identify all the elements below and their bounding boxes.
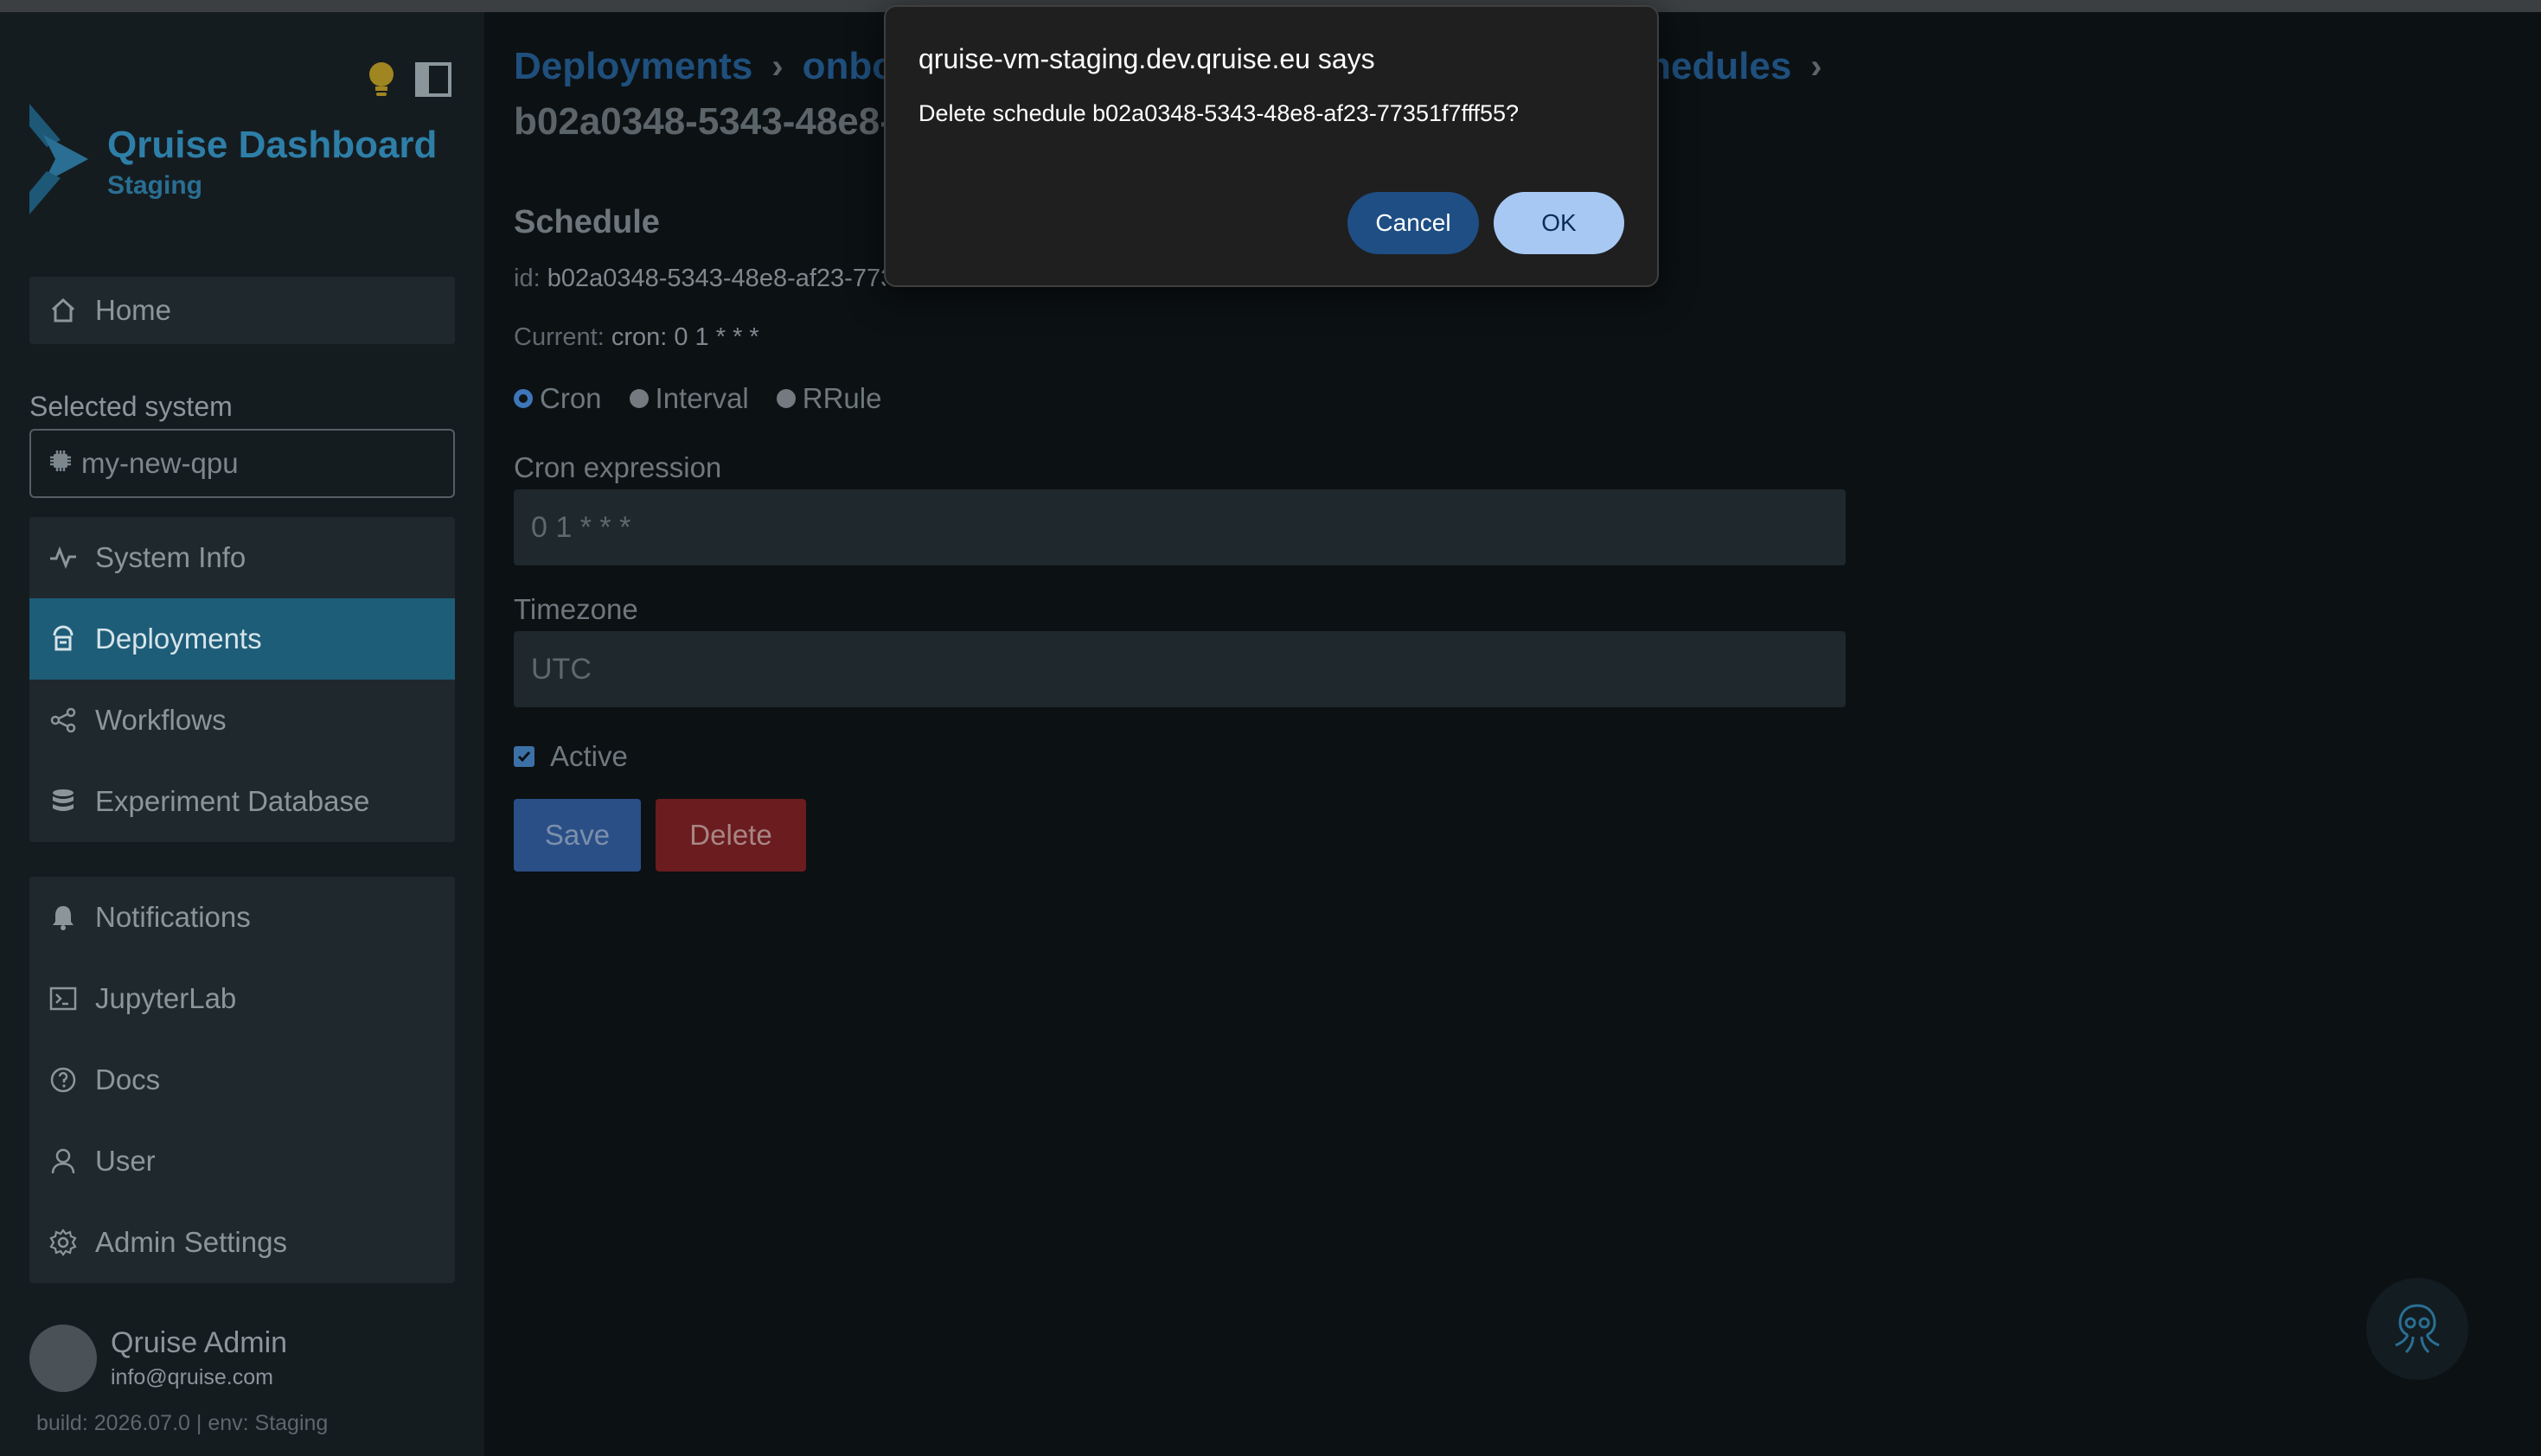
delete-button[interactable]: Delete (656, 799, 806, 872)
current-schedule-value: cron: 0 1 * * * (611, 323, 759, 351)
workflow-icon (47, 704, 80, 737)
breadcrumb-deployment[interactable]: onbo (803, 45, 896, 88)
lightbulb-icon[interactable] (367, 61, 396, 103)
app-title: Qruise Dashboard (107, 124, 438, 166)
chip-icon (48, 447, 73, 480)
sidebar: Qruise Dashboard Staging Home Selected s… (0, 12, 484, 1456)
sidebar-item-label: Workflows (95, 704, 227, 736)
page-title: b02a0348-5343-48e8-af23-77351f7fff55 (514, 100, 946, 143)
help-circle-icon (47, 1063, 80, 1096)
selected-system-label: Selected system (29, 391, 233, 422)
sidebar-item-label: JupyterLab (95, 982, 237, 1014)
schedule-id: id: b02a0348-5343-48e8-af23-77351f7fff55 (514, 265, 886, 293)
sidebar-item-notifications[interactable]: Notifications (29, 877, 455, 958)
qruise-logo-icon (29, 104, 88, 214)
cancel-button[interactable]: Cancel (1347, 192, 1479, 254)
active-label: Active (550, 740, 628, 772)
system-selector[interactable]: my-new-qpu (29, 429, 455, 498)
sidebar-item-experiment-database[interactable]: Experiment Database (29, 761, 455, 842)
home-nav-box: Home (29, 277, 455, 344)
current-schedule: Current: cron: 0 1 * * * (514, 323, 759, 351)
app-env-label: Staging (107, 171, 202, 200)
dialog-message: Delete schedule b02a0348-5343-48e8-af23-… (918, 100, 1520, 126)
home-icon (47, 294, 80, 327)
sidebar-item-deployments[interactable]: Deployments (29, 598, 455, 680)
sidebar-item-label: Deployments (95, 623, 262, 655)
sidebar-item-jupyterlab[interactable]: JupyterLab (29, 958, 455, 1039)
radio-cron[interactable]: Cron (514, 382, 602, 415)
bell-icon (47, 901, 80, 934)
radio-dot (776, 389, 796, 408)
breadcrumb-schedules[interactable]: hedules (1648, 45, 1791, 88)
sidebar-item-label: Home (95, 294, 172, 326)
save-button[interactable]: Save (514, 799, 641, 872)
timezone-input[interactable]: UTC (514, 631, 1846, 707)
sidebar-item-admin-settings[interactable]: Admin Settings (29, 1202, 455, 1283)
dialog-title: qruise-vm-staging.dev.qruise.eu says (918, 43, 1375, 74)
breadcrumb-deployments[interactable]: Deployments (514, 45, 752, 88)
confirm-delete-dialog: qruise-vm-staging.dev.qruise.eu says Del… (884, 5, 1659, 287)
activity-icon (47, 541, 80, 574)
sidebar-item-label: Notifications (95, 901, 251, 933)
sidebar-item-workflows[interactable]: Workflows (29, 680, 455, 761)
section-title: Schedule (514, 204, 660, 240)
terminal-icon (47, 982, 80, 1015)
gear-icon (47, 1226, 80, 1259)
cron-expression-input[interactable]: 0 1 * * * (514, 489, 1846, 565)
radio-rrule[interactable]: RRule (776, 382, 881, 415)
assistant-bot-button[interactable] (2366, 1278, 2468, 1380)
cron-expression-label: Cron expression (514, 451, 722, 483)
active-checkbox[interactable]: Active (514, 740, 628, 773)
chevron-right-icon: › (771, 47, 784, 86)
sidebar-item-label: User (95, 1145, 156, 1177)
app-logo[interactable]: Qruise Dashboard Staging (26, 100, 437, 218)
timezone-label: Timezone (514, 593, 638, 625)
avatar (29, 1325, 97, 1392)
selected-system-value: my-new-qpu (81, 447, 239, 479)
radio-dot (629, 389, 649, 408)
schedule-id-value: b02a0348-5343-48e8-af23-77351f7fff55 (547, 265, 886, 292)
schedule-mode-group: Cron Interval RRule (514, 382, 881, 415)
sidebar-item-label: System Info (95, 541, 246, 573)
chevron-right-icon: › (1810, 47, 1822, 86)
database-icon (47, 785, 80, 818)
radio-interval[interactable]: Interval (629, 382, 749, 415)
user-name: Qruise Admin (111, 1326, 288, 1359)
sidebar-item-label: Docs (95, 1063, 161, 1095)
octopus-icon (2395, 1304, 2440, 1354)
build-info: build: 2026.07.0 | env: Staging (36, 1411, 329, 1435)
sidebar-item-system-info[interactable]: System Info (29, 517, 455, 598)
check-icon (514, 746, 534, 767)
ok-button[interactable]: OK (1494, 192, 1624, 254)
user-icon (47, 1145, 80, 1178)
sidebar-item-label: Admin Settings (95, 1226, 287, 1258)
user-email: info@qruise.com (111, 1365, 273, 1389)
sidebar-top-icons (367, 61, 451, 103)
sidebar-item-label: Experiment Database (95, 785, 370, 817)
sidebar-item-docs[interactable]: Docs (29, 1039, 455, 1121)
radio-dot-selected (514, 389, 533, 408)
deployments-icon (47, 623, 80, 655)
user-profile[interactable]: Qruise Admin info@qruise.com (29, 1325, 287, 1392)
system-nav-box: System Info Deployments Workflows Experi… (29, 517, 455, 842)
sidebar-item-home[interactable]: Home (29, 277, 455, 344)
sidebar-toggle-icon[interactable] (415, 62, 451, 101)
sidebar-item-user[interactable]: User (29, 1121, 455, 1202)
global-nav-box: Notifications JupyterLab Docs User Admin… (29, 877, 455, 1283)
